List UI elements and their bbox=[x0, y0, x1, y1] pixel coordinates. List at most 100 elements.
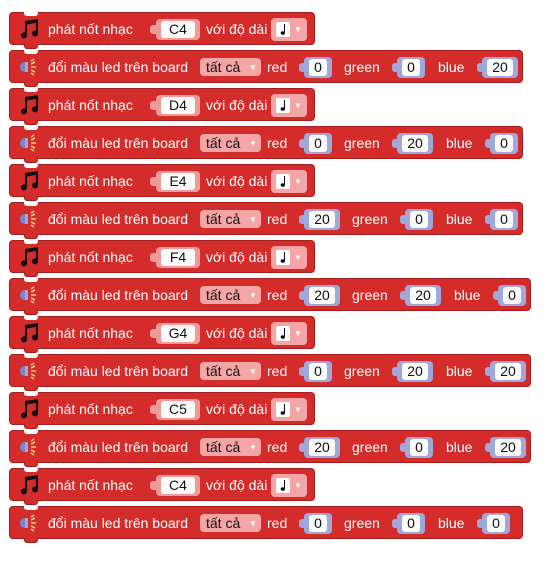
green-input[interactable]: 0 bbox=[400, 209, 433, 230]
note-field[interactable]: G4 bbox=[150, 323, 200, 344]
green-input[interactable]: 0 bbox=[392, 57, 425, 78]
note-value[interactable]: F4 bbox=[161, 249, 195, 266]
red-input[interactable]: 20 bbox=[299, 437, 340, 458]
red-input[interactable]: 20 bbox=[299, 209, 340, 230]
blue-input[interactable]: 0 bbox=[477, 513, 510, 534]
blue-label: blue bbox=[438, 515, 465, 531]
note-value[interactable]: E4 bbox=[161, 173, 195, 190]
blue-label: blue bbox=[438, 59, 465, 75]
led-target-dropdown[interactable]: tất cả ▼ bbox=[200, 514, 261, 532]
block-label: đổi màu led trên board bbox=[48, 287, 189, 303]
led-color-block[interactable]: đổi màu led trên board tất cả ▼ red 20 gr… bbox=[9, 430, 531, 467]
blue-input[interactable]: 20 bbox=[485, 361, 526, 382]
play-note-block[interactable]: phát nốt nhạc D4 với độ dài ▼ bbox=[9, 88, 315, 125]
note-field[interactable]: C4 bbox=[150, 19, 200, 40]
blue-label: blue bbox=[446, 363, 473, 379]
led-color-block[interactable]: đổi màu led trên board tất cả ▼ red 20 gr… bbox=[9, 202, 523, 239]
red-label: red bbox=[267, 363, 288, 379]
led-target-dropdown[interactable]: tất cả ▼ bbox=[200, 210, 261, 228]
block-notch bbox=[24, 88, 38, 92]
duration-dropdown[interactable]: ▼ bbox=[271, 94, 307, 117]
chevron-down-icon: ▼ bbox=[249, 63, 257, 72]
play-note-block[interactable]: phát nốt nhạc C5 với độ dài ▼ bbox=[9, 392, 315, 429]
red-label: red bbox=[267, 59, 288, 75]
red-label: red bbox=[267, 287, 288, 303]
red-input[interactable]: 0 bbox=[299, 361, 332, 382]
blue-label: blue bbox=[446, 135, 473, 151]
music-note-icon bbox=[21, 247, 39, 267]
led-target-dropdown[interactable]: tất cả ▼ bbox=[200, 134, 261, 152]
block-notch bbox=[24, 240, 38, 244]
green-label: green bbox=[352, 287, 388, 303]
blue-input[interactable]: 0 bbox=[493, 285, 526, 306]
note-field[interactable]: C4 bbox=[150, 475, 200, 496]
led-color-block[interactable]: đổi màu led trên board tất cả ▼ red 0 gre… bbox=[9, 354, 531, 391]
play-note-block[interactable]: phát nốt nhạc G4 với độ dài ▼ bbox=[9, 316, 315, 353]
blue-label: blue bbox=[446, 211, 473, 227]
green-input[interactable]: 20 bbox=[392, 133, 433, 154]
blue-input[interactable]: 0 bbox=[485, 209, 518, 230]
duration-dropdown[interactable]: ▼ bbox=[271, 18, 307, 41]
quarter-note-icon bbox=[276, 250, 290, 265]
led-color-block[interactable]: đổi màu led trên board tất cả ▼ red 0 gre… bbox=[9, 506, 523, 543]
duration-dropdown[interactable]: ▼ bbox=[271, 474, 307, 497]
duration-dropdown[interactable]: ▼ bbox=[271, 170, 307, 193]
led-target-dropdown[interactable]: tất cả ▼ bbox=[200, 362, 261, 380]
note-value[interactable]: G4 bbox=[161, 325, 195, 342]
led-color-block[interactable]: đổi màu led trên board tất cả ▼ red 0 gre… bbox=[9, 126, 523, 163]
block-notch bbox=[24, 468, 38, 472]
note-value[interactable]: C4 bbox=[161, 477, 195, 494]
block-label: đổi màu led trên board bbox=[48, 363, 189, 379]
led-color-block[interactable]: đổi màu led trên board tất cả ▼ red 0 gre… bbox=[9, 50, 523, 87]
note-field[interactable]: F4 bbox=[150, 247, 200, 268]
red-input[interactable]: 0 bbox=[299, 513, 332, 534]
led-light-icon bbox=[20, 58, 36, 76]
led-target-dropdown[interactable]: tất cả ▼ bbox=[200, 438, 261, 456]
green-label: green bbox=[352, 211, 388, 227]
green-input[interactable]: 20 bbox=[400, 285, 441, 306]
blue-input[interactable]: 20 bbox=[477, 57, 518, 78]
red-input[interactable]: 0 bbox=[299, 57, 332, 78]
chevron-down-icon: ▼ bbox=[294, 25, 302, 34]
led-target-dropdown[interactable]: tất cả ▼ bbox=[200, 286, 261, 304]
chevron-down-icon: ▼ bbox=[249, 519, 257, 528]
note-field[interactable]: C5 bbox=[150, 399, 200, 420]
red-label: red bbox=[267, 515, 288, 531]
play-note-block[interactable]: phát nốt nhạc C4 với độ dài ▼ bbox=[9, 12, 315, 49]
play-note-block[interactable]: phát nốt nhạc C4 với độ dài ▼ bbox=[9, 468, 315, 505]
duration-dropdown[interactable]: ▼ bbox=[271, 322, 307, 345]
note-value[interactable]: C5 bbox=[161, 401, 195, 418]
red-input[interactable]: 0 bbox=[299, 133, 332, 154]
chevron-down-icon: ▼ bbox=[249, 139, 257, 148]
green-input[interactable]: 20 bbox=[392, 361, 433, 382]
block-notch bbox=[24, 126, 38, 130]
chevron-down-icon: ▼ bbox=[294, 177, 302, 186]
green-input[interactable]: 0 bbox=[392, 513, 425, 534]
led-target-dropdown[interactable]: tất cả ▼ bbox=[200, 58, 261, 76]
led-color-block[interactable]: đổi màu led trên board tất cả ▼ red 20 gr… bbox=[9, 278, 531, 315]
duration-label: với độ dài bbox=[206, 325, 268, 341]
note-value[interactable]: D4 bbox=[161, 97, 195, 114]
note-value[interactable]: C4 bbox=[161, 21, 195, 38]
duration-dropdown[interactable]: ▼ bbox=[271, 398, 307, 421]
led-light-icon bbox=[20, 438, 36, 456]
red-label: red bbox=[267, 439, 288, 455]
block-label: phát nốt nhạc bbox=[48, 325, 133, 341]
music-note-icon bbox=[21, 323, 39, 343]
led-light-icon bbox=[20, 286, 36, 304]
play-note-block[interactable]: phát nốt nhạc E4 với độ dài ▼ bbox=[9, 164, 315, 201]
quarter-note-icon bbox=[276, 402, 290, 417]
block-label: đổi màu led trên board bbox=[48, 439, 189, 455]
duration-label: với độ dài bbox=[206, 249, 268, 265]
quarter-note-icon bbox=[276, 326, 290, 341]
note-field[interactable]: D4 bbox=[150, 95, 200, 116]
note-field[interactable]: E4 bbox=[150, 171, 200, 192]
blue-input[interactable]: 20 bbox=[485, 437, 526, 458]
duration-dropdown[interactable]: ▼ bbox=[271, 246, 307, 269]
block-label: phát nốt nhạc bbox=[48, 21, 133, 37]
play-note-block[interactable]: phát nốt nhạc F4 với độ dài ▼ bbox=[9, 240, 315, 277]
red-input[interactable]: 20 bbox=[299, 285, 340, 306]
blue-input[interactable]: 0 bbox=[485, 133, 518, 154]
green-input[interactable]: 0 bbox=[400, 437, 433, 458]
block-notch bbox=[24, 202, 38, 206]
